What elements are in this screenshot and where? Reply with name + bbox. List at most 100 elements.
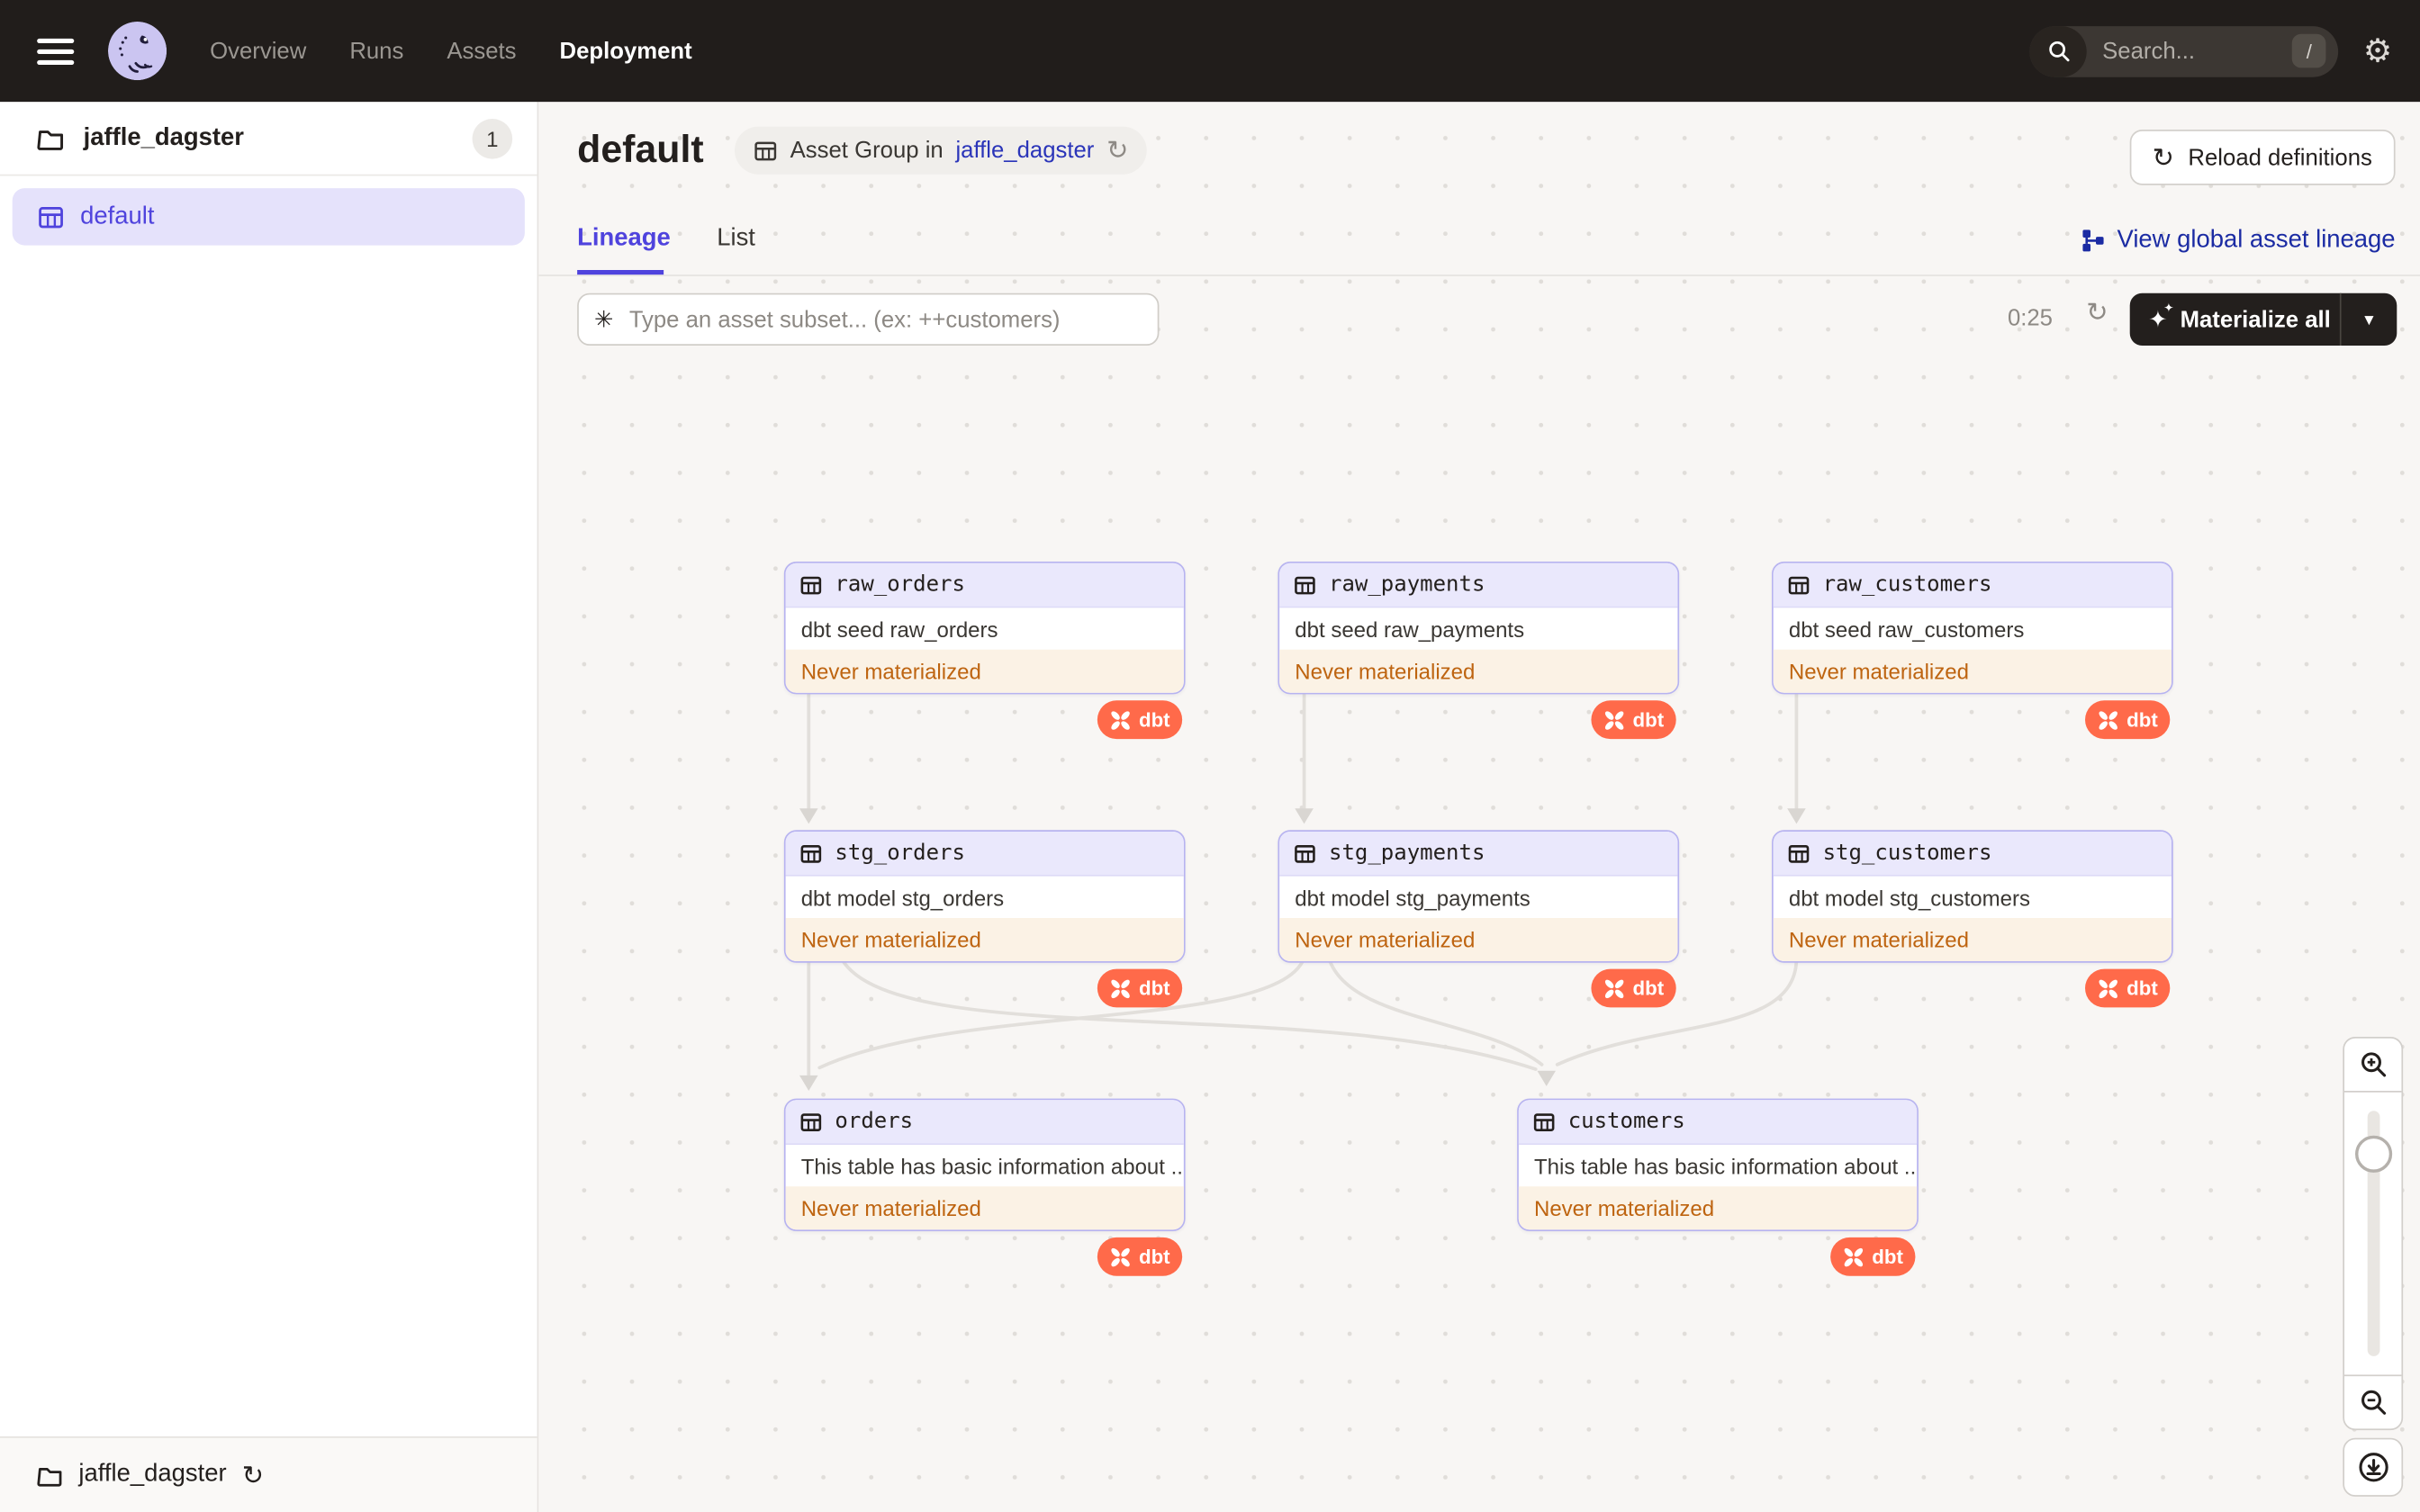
folder-icon [37,130,64,150]
reload-location-icon[interactable]: ↻ [242,1462,264,1488]
primary-nav: Overview Runs Assets Deployment [210,38,692,64]
asset-group-count-badge: 1 [472,118,513,158]
dbt-badge: dbt [2085,700,2171,740]
zoom-out-icon [2361,1390,2386,1415]
sidebar-footer: jaffle_dagster ↻ [0,1436,537,1512]
asset-status: Never materialized [1518,1186,1918,1230]
download-image-button[interactable] [2343,1437,2404,1497]
zoom-out-button[interactable] [2344,1374,2402,1428]
asset-node-header: raw_payments [1279,562,1678,608]
zoom-in-button[interactable] [2344,1039,2402,1093]
dbt-logo-icon [1604,978,1624,998]
asset-status: Never materialized [785,1186,1184,1230]
asset-subset-input[interactable] [626,304,1142,335]
asset-node-stg_payments[interactable]: stg_payments dbt model stg_payments Neve… [1278,830,1680,963]
table-icon [800,844,822,862]
asset-description: dbt model stg_payments [1295,885,1531,910]
tab-lineage[interactable]: Lineage [577,225,671,253]
dbt-badge-label: dbt [2127,976,2158,1000]
dbt-badge: dbt [1097,700,1183,740]
dagster-logo-icon[interactable] [108,22,167,81]
active-tab-indicator [577,270,664,275]
sidebar-item-default-group[interactable]: default [12,188,525,246]
lineage-graph-icon [2081,230,2104,252]
asset-status: Never materialized [1773,649,2172,693]
table-icon [800,1112,822,1131]
zoom-slider[interactable] [2344,1093,2401,1375]
dbt-badge-label: dbt [2127,707,2158,732]
zoom-controls [2343,1037,2404,1431]
search-input[interactable]: Search... / [2029,25,2339,76]
view-tabs: Lineage List [577,225,755,253]
folder-icon [37,1467,62,1486]
dbt-badge: dbt [1591,700,1676,740]
materialize-all-button[interactable]: ✦ ✦ Materialize all ▾ [2129,292,2397,346]
dbt-badge-label: dbt [1872,1245,1903,1269]
top-nav-bar: Overview Runs Assets Deployment Search..… [0,0,2420,103]
asset-status: Never materialized [1279,649,1678,693]
asset-subset-filter[interactable]: ✳ [577,292,1160,346]
asset-name: orders [835,1109,914,1134]
breadcrumb-location-link[interactable]: jaffle_dagster [955,138,1094,164]
table-icon [1295,575,1315,594]
dbt-badge: dbt [2085,968,2171,1008]
materialize-dropdown-caret[interactable]: ▾ [2342,309,2397,330]
table-icon [800,575,822,594]
asset-node-customers[interactable]: customers This table has basic informati… [1517,1098,1919,1231]
asset-node-raw_orders[interactable]: raw_orders dbt seed raw_orders Never mat… [783,562,1186,695]
asset-name: stg_payments [1329,841,1485,866]
table-icon [1788,844,1810,862]
reload-icon: ↻ [2152,142,2174,173]
asset-node-stg_orders[interactable]: stg_orders dbt model stg_orders Never ma… [783,830,1186,963]
asset-node-orders[interactable]: orders This table has basic information … [783,1098,1186,1231]
asset-node-raw_payments[interactable]: raw_payments dbt seed raw_payments Never… [1278,562,1680,695]
asset-description: dbt model stg_customers [1788,885,2030,910]
dbt-badge: dbt [1591,968,1676,1008]
asset-node-header: orders [785,1100,1184,1145]
dbt-logo-icon [1111,710,1130,729]
reload-definitions-button[interactable]: ↻ Reload definitions [2128,130,2396,185]
table-icon [1295,844,1315,862]
asset-description: This table has basic information about .… [800,1153,1184,1178]
zoom-in-icon [2361,1052,2386,1077]
materialize-sparkle-icon: ✦ ✦ [2148,300,2174,333]
dbt-badge: dbt [1830,1237,1916,1276]
asset-node-raw_customers[interactable]: raw_customers dbt seed raw_customers Nev… [1772,562,2173,695]
dagster-app: Overview Runs Assets Deployment Search..… [0,0,2420,1512]
asset-node-header: stg_orders [785,832,1184,877]
dbt-badge-label: dbt [1632,976,1665,1000]
asset-status: Never materialized [1279,918,1678,961]
sidebar: jaffle_dagster 1 default jaffle_dagster … [0,102,539,1512]
dbt-logo-icon [2099,978,2118,998]
asset-name: customers [1567,1109,1685,1134]
asset-description: dbt seed raw_orders [800,616,998,642]
zoom-slider-handle[interactable] [2354,1135,2392,1173]
nav-overview[interactable]: Overview [210,38,306,64]
asset-name: stg_customers [1822,841,1992,866]
hamburger-menu-icon[interactable] [37,38,75,65]
tab-list[interactable]: List [717,225,755,253]
dbt-logo-icon [1844,1247,1863,1266]
dbt-badge-label: dbt [1138,1245,1170,1269]
page-title: default [577,128,704,172]
dbt-badge: dbt [1097,968,1183,1008]
asset-status: Never materialized [1773,918,2172,961]
nav-assets[interactable]: Assets [447,38,516,64]
nav-deployment[interactable]: Deployment [560,38,692,64]
sidebar-item-code-location[interactable]: jaffle_dagster 1 [0,102,537,176]
dbt-badge-label: dbt [1138,976,1170,1000]
dbt-logo-icon [1604,710,1624,729]
asset-status: Never materialized [785,918,1184,961]
asset-name: raw_payments [1329,572,1485,598]
asset-name: raw_orders [835,572,965,598]
table-icon [1788,575,1810,594]
refresh-graph-icon[interactable]: ↻ [2086,300,2108,326]
gear-icon[interactable]: ⚙ [2363,35,2392,68]
asset-group-breadcrumb: Asset Group in jaffle_dagster ↻ [734,126,1148,175]
search-shortcut-key: / [2292,33,2326,68]
refresh-group-icon[interactable]: ↻ [1106,138,1128,164]
dbt-badge: dbt [1097,1237,1183,1276]
nav-runs[interactable]: Runs [349,38,403,64]
view-global-asset-lineage-link[interactable]: View global asset lineage [2080,227,2396,255]
asset-node-stg_customers[interactable]: stg_customers dbt model stg_customers Ne… [1772,830,2173,963]
